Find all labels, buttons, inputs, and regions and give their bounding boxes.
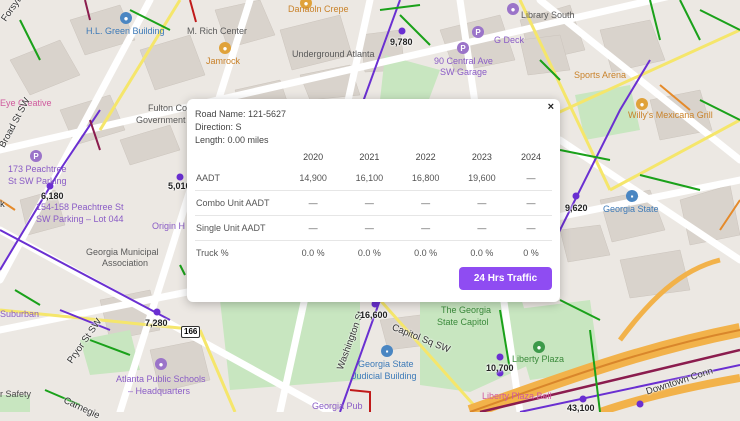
poi-icon-georgia-state: ▪ xyxy=(626,190,638,202)
traffic-count-label[interactable]: 6,180 xyxy=(41,192,64,201)
table-cell: — xyxy=(397,190,454,216)
year-header: 2022 xyxy=(415,152,436,162)
table-cell: 0.0 % xyxy=(341,240,398,265)
poi-label-judicial-2[interactable]: Judicial Building xyxy=(352,372,417,381)
24hrs-traffic-button[interactable]: 24 Hrs Traffic xyxy=(459,267,552,290)
poi-icon-judicial: ▪ xyxy=(381,345,393,357)
poi-label-sports-arena[interactable]: Sports Arena xyxy=(574,71,626,80)
poi-label-gma-2[interactable]: Association xyxy=(102,259,148,268)
table-row: AADT 14,900 16,100 16,800 19,600 — xyxy=(195,166,552,191)
table-cell: 0.0 % xyxy=(453,240,510,265)
table-cell: — xyxy=(526,173,536,183)
road-direction: Direction: S xyxy=(195,122,242,132)
year-header: 2020 xyxy=(303,152,324,162)
road-name: Road Name: 121-5627 xyxy=(195,109,287,119)
poi-label-suburban[interactable]: Suburban xyxy=(0,310,39,319)
poi-label-hl-green-building[interactable]: H.L. Green Building xyxy=(86,27,165,36)
road-length: Length: 0.00 miles xyxy=(195,135,269,145)
poi-icon-hl-green: ● xyxy=(120,12,132,24)
traffic-count-label[interactable]: 10,700 xyxy=(486,364,514,373)
table-cell: — xyxy=(510,190,552,216)
poi-label-state-capitol-2[interactable]: State Capitol xyxy=(437,318,489,327)
year-header: 2023 xyxy=(471,152,492,162)
row-label: Combo Unit AADT xyxy=(195,190,285,216)
poi-label-origin[interactable]: Origin H xyxy=(152,222,185,231)
table-cell: — xyxy=(341,215,398,241)
poi-icon-central-ave: P xyxy=(457,42,469,54)
table-row: Combo Unit AADT — — — — — xyxy=(195,190,552,216)
poi-icon-g-deck: P xyxy=(472,26,484,38)
table-cell: — xyxy=(510,215,552,241)
table-cell: — xyxy=(341,190,398,216)
poi-label-underground-atlanta[interactable]: Underground Atlanta xyxy=(292,50,375,59)
poi-label-georgia-pub[interactable]: Georgia Pub xyxy=(312,402,363,411)
poi-label-georgia-state[interactable]: Georgia State xyxy=(603,205,659,214)
row-label: AADT xyxy=(196,173,221,183)
traffic-info-popup: × Road Name: 121-5627 Direction: S Lengt… xyxy=(187,99,560,302)
traffic-count-label[interactable]: 9,780 xyxy=(390,38,413,47)
traffic-count-label[interactable]: 9,620 xyxy=(565,204,588,213)
poi-label-fulton-1[interactable]: Fulton Co xyxy=(148,104,187,113)
table-header-empty xyxy=(195,148,285,166)
poi-label-peachtree-173-1[interactable]: 173 Peachtree xyxy=(8,165,67,174)
poi-label-aps-1[interactable]: Atlanta Public Schools xyxy=(116,375,206,384)
poi-label-g-deck[interactable]: G Deck xyxy=(494,36,524,45)
poi-label-liberty-plaza[interactable]: Liberty Plaza xyxy=(512,355,564,364)
table-cell: 0 % xyxy=(510,240,552,265)
poi-label-peachtree-154-2[interactable]: SW Parking – Lot 044 xyxy=(36,215,124,224)
poi-icon-willys: ● xyxy=(636,98,648,110)
table-cell: 19,600 xyxy=(468,173,496,183)
table-cell: 0.0 % xyxy=(285,240,342,265)
table-cell: 16,800 xyxy=(411,173,440,183)
table-row: Truck % 0.0 % 0.0 % 0.0 % 0.0 % 0 % xyxy=(195,240,552,265)
table-cell: — xyxy=(285,215,342,241)
poi-icon-liberty-plaza: ● xyxy=(533,341,545,353)
poi-label-aps-2[interactable]: – Headquarters xyxy=(128,387,190,396)
poi-label-safety[interactable]: r Safety xyxy=(0,390,31,399)
traffic-table: 2020 2021 2022 2023 2024 AADT 14,900 16,… xyxy=(195,148,552,265)
table-cell: — xyxy=(397,215,454,241)
row-label: Single Unit AADT xyxy=(195,215,285,241)
poi-icon-aps: ● xyxy=(155,358,167,370)
poi-label-state-capitol-1[interactable]: The Georgia xyxy=(441,306,491,315)
poi-label-central-ave-1[interactable]: 90 Central Ave xyxy=(434,57,493,66)
poi-icon-peachtree-173: P xyxy=(30,150,42,162)
poi-icon-jamrock: ● xyxy=(219,42,231,54)
poi-label-danaoln-crepe[interactable]: Danaoln Crepe xyxy=(288,5,349,14)
poi-label-peachtree-173-2[interactable]: St SW Parking xyxy=(8,177,67,186)
poi-label-peachtree-154-1[interactable]: 154-158 Peachtree St xyxy=(36,203,124,212)
route-shield: 166 xyxy=(181,326,201,338)
year-header: 2021 xyxy=(359,152,380,162)
poi-label-liberty-plaza-bell[interactable]: Liberty Plaza Bell xyxy=(482,392,552,401)
poi-label-fulton-2[interactable]: Government xyxy=(136,116,186,125)
poi-label-library-south[interactable]: Library South xyxy=(521,11,575,20)
street-label-k: k xyxy=(0,199,5,210)
table-cell: — xyxy=(285,190,342,216)
road-info: Road Name: 121-5627 Direction: S Length:… xyxy=(195,108,286,147)
poi-label-central-ave-2[interactable]: SW Garage xyxy=(440,68,487,77)
traffic-count-label[interactable]: 16,600 xyxy=(360,311,388,320)
table-cell: — xyxy=(453,215,510,241)
poi-label-judicial-1[interactable]: Georgia State xyxy=(358,360,414,369)
table-row: Single Unit AADT — — — — — xyxy=(195,215,552,241)
close-icon[interactable]: × xyxy=(548,101,554,113)
table-cell: 14,900 xyxy=(299,173,327,183)
table-cell: 0.0 % xyxy=(397,240,454,265)
traffic-count-label[interactable]: 7,280 xyxy=(145,319,168,328)
poi-label-willys[interactable]: Willy's Mexicana Grill xyxy=(628,111,713,120)
year-header: 2024 xyxy=(520,152,542,162)
table-cell: 16,100 xyxy=(355,173,384,183)
poi-label-m-rich-center[interactable]: M. Rich Center xyxy=(187,27,247,36)
poi-label-gma-1[interactable]: Georgia Municipal xyxy=(86,248,159,257)
poi-label-jamrock[interactable]: Jamrock xyxy=(206,57,240,66)
table-cell: — xyxy=(453,190,510,216)
poi-icon-library-south: ● xyxy=(507,3,519,15)
row-label: Truck % xyxy=(195,240,285,265)
